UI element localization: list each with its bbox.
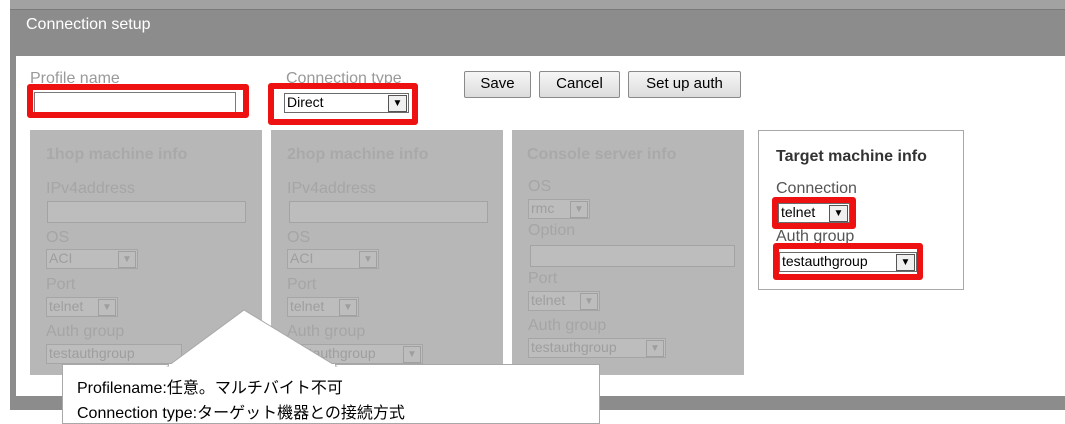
- chevron-down-icon: ▼: [580, 293, 598, 310]
- chevron-down-icon: ▼: [98, 299, 116, 316]
- dialog-title: Connection setup: [26, 16, 151, 33]
- panel-console-os-label: OS: [528, 178, 552, 195]
- panel-1hop-ipv4-label: IPv4address: [46, 180, 135, 197]
- target-auth-highlight: [773, 243, 923, 280]
- panel-1hop-auth-value: testauthgroup: [49, 345, 135, 361]
- chevron-down-icon: ▼: [570, 201, 588, 218]
- panel-2hop-port-label: Port: [287, 276, 317, 293]
- panel-2hop-os-select: ACI ▼: [287, 249, 379, 269]
- panel-1hop-port-value: telnet: [49, 298, 84, 314]
- panel-1hop-os-value: ACI: [49, 250, 73, 266]
- chevron-down-icon: ▼: [118, 251, 136, 268]
- panel-console-port-select: telnet ▼: [528, 291, 600, 311]
- panel-target-connection-label: Connection: [776, 180, 857, 197]
- panel-1hop-port-select: telnet ▼: [46, 297, 118, 317]
- chevron-down-icon: ▼: [359, 251, 377, 268]
- panel-1hop-auth-label: Auth group: [46, 323, 125, 340]
- panel-console-option-input: [530, 245, 735, 267]
- save-button[interactable]: Save: [464, 71, 531, 98]
- panel-1hop-title: 1hop machine info: [46, 146, 188, 163]
- panel-2hop-title: 2hop machine info: [287, 146, 429, 163]
- panel-console-port-label: Port: [528, 270, 558, 287]
- panel-1hop-ipv4-input: [47, 201, 246, 223]
- chevron-down-icon: ▼: [339, 299, 357, 316]
- callout-line-1: Profilename:任意。マルチバイト不可: [77, 380, 343, 397]
- panel-2hop-ipv4-label: IPv4address: [287, 180, 376, 197]
- profile-name-highlight: [27, 84, 249, 118]
- chevron-down-icon: ▼: [646, 340, 664, 357]
- panel-console-auth-select: testauthgroup ▼: [528, 338, 666, 358]
- panel-2hop-os-value: ACI: [290, 250, 314, 266]
- panel-console-os-value: rmc: [531, 200, 555, 216]
- panel-2hop-ipv4-input: [289, 201, 488, 223]
- panel-2hop-os-label: OS: [287, 229, 311, 246]
- panel-console-auth-label: Auth group: [528, 317, 607, 334]
- annotation-callout: Profilename:任意。マルチバイト不可 Connection type:…: [62, 364, 600, 424]
- panel-1hop-port-label: Port: [46, 276, 76, 293]
- panel-target-title: Target machine info: [776, 148, 927, 165]
- target-connection-highlight: [772, 197, 856, 229]
- callout-line-2: Connection type:ターゲット機器との接続方式: [77, 405, 405, 422]
- set-up-auth-button[interactable]: Set up auth: [628, 71, 741, 98]
- cancel-button[interactable]: Cancel: [539, 71, 620, 98]
- callout-pointer: [166, 309, 338, 367]
- header-strip: [10, 0, 1065, 10]
- panel-console-port-value: telnet: [531, 292, 566, 308]
- panel-console-os-select: rmc ▼: [528, 199, 590, 219]
- panel-console-title: Console server info: [527, 146, 677, 163]
- panel-1hop-os-select: ACI ▼: [46, 249, 138, 269]
- panel-console-auth-value: testauthgroup: [531, 339, 617, 355]
- panel-console-option-label: Option: [528, 222, 576, 239]
- chevron-down-icon: ▼: [403, 346, 421, 363]
- panel-1hop-os-label: OS: [46, 229, 70, 246]
- connection-type-highlight: [268, 83, 418, 125]
